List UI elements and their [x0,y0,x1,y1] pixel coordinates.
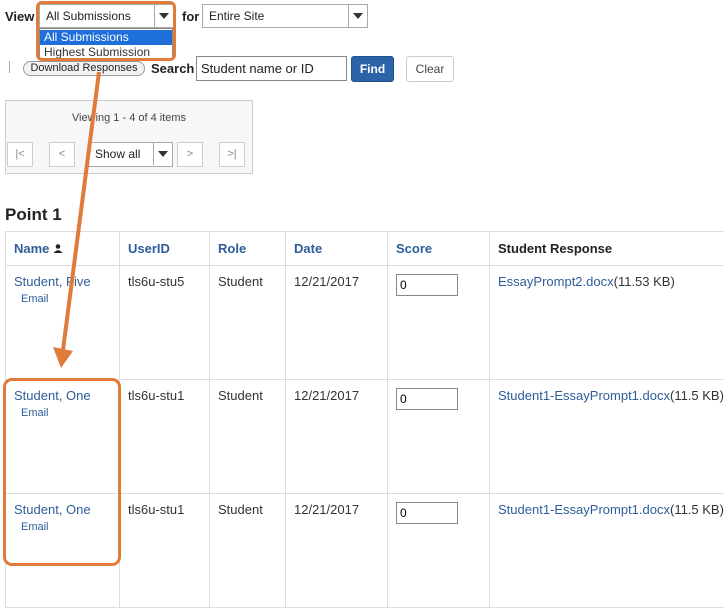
date-cell: 12/21/2017 [286,266,388,380]
score-input[interactable] [396,502,458,524]
view-select[interactable]: All Submissions [39,4,174,28]
file-size: (11.53 KB) [614,274,675,289]
file-size: (11.5 KB) [670,388,724,403]
download-responses-button[interactable]: Download Responses [23,61,145,76]
response-file-link[interactable]: Student1-EssayPrompt1.docx [498,502,670,517]
date-cell: 12/21/2017 [286,494,388,608]
email-link[interactable]: Email [21,293,111,305]
file-size: (11.5 KB) [670,502,724,517]
chevron-down-icon[interactable] [153,143,172,165]
view-option-all-submissions[interactable]: All Submissions [40,30,172,45]
submissions-table: Name UserID Role Date Score Student Resp… [5,231,724,608]
table-header-row: Name UserID Role Date Score Student Resp… [6,232,724,266]
table-row: Student, One Email tls6u-stu1 Student 12/… [6,380,724,494]
next-page-button[interactable]: > [177,142,203,167]
chevron-down-icon[interactable] [348,5,367,27]
student-name-link[interactable]: Student, One [14,502,91,517]
section-title: Point 1 [5,205,62,225]
chevron-down-icon[interactable] [154,5,173,27]
column-header-name[interactable]: Name [6,232,120,266]
table-row: Student, Five Email tls6u-stu5 Student 12… [6,266,724,380]
view-select-value: All Submissions [46,9,131,23]
score-input[interactable] [396,388,458,410]
table-row: Student, One Email tls6u-stu1 Student 12/… [6,494,724,608]
last-page-button[interactable]: >| [219,142,245,167]
first-page-button[interactable]: |< [7,142,33,167]
column-header-score[interactable]: Score [388,232,490,266]
email-link[interactable]: Email [21,521,111,533]
pager: Viewing 1 - 4 of 4 items |< < Show all >… [5,100,253,174]
response-file-link[interactable]: EssayPrompt2.docx [498,274,614,289]
userid-cell: tls6u-stu1 [120,494,210,608]
clear-button[interactable]: Clear [406,56,454,82]
prev-page-button[interactable]: < [49,142,75,167]
date-cell: 12/21/2017 [286,380,388,494]
column-header-role[interactable]: Role [210,232,286,266]
for-label: for [182,9,199,24]
find-button[interactable]: Find [351,56,394,82]
userid-cell: tls6u-stu1 [120,380,210,494]
view-option-highest-submission[interactable]: Highest Submission [40,45,172,60]
scope-select-value: Entire Site [209,9,264,23]
column-header-name-label: Name [14,241,49,256]
student-name-link[interactable]: Student, One [14,388,91,403]
role-cell: Student [210,494,286,608]
score-input[interactable] [396,274,458,296]
page-size-value: Show all [95,147,140,161]
divider [9,61,10,73]
column-header-date[interactable]: Date [286,232,388,266]
email-link[interactable]: Email [21,407,111,419]
column-header-student-response: Student Response [490,232,724,266]
search-input[interactable] [196,56,347,81]
user-sort-icon [53,241,63,256]
role-cell: Student [210,380,286,494]
search-label: Search [151,61,194,76]
response-file-link[interactable]: Student1-EssayPrompt1.docx [498,388,670,403]
view-dropdown-list: All Submissions Highest Submission [39,28,173,60]
view-label: View [5,9,34,24]
pager-status: Viewing 1 - 4 of 4 items [6,112,252,124]
role-cell: Student [210,266,286,380]
column-header-userid[interactable]: UserID [120,232,210,266]
student-name-link[interactable]: Student, Five [14,274,91,289]
scope-select[interactable]: Entire Site [202,4,368,28]
page-size-select[interactable]: Show all [88,142,173,167]
userid-cell: tls6u-stu5 [120,266,210,380]
